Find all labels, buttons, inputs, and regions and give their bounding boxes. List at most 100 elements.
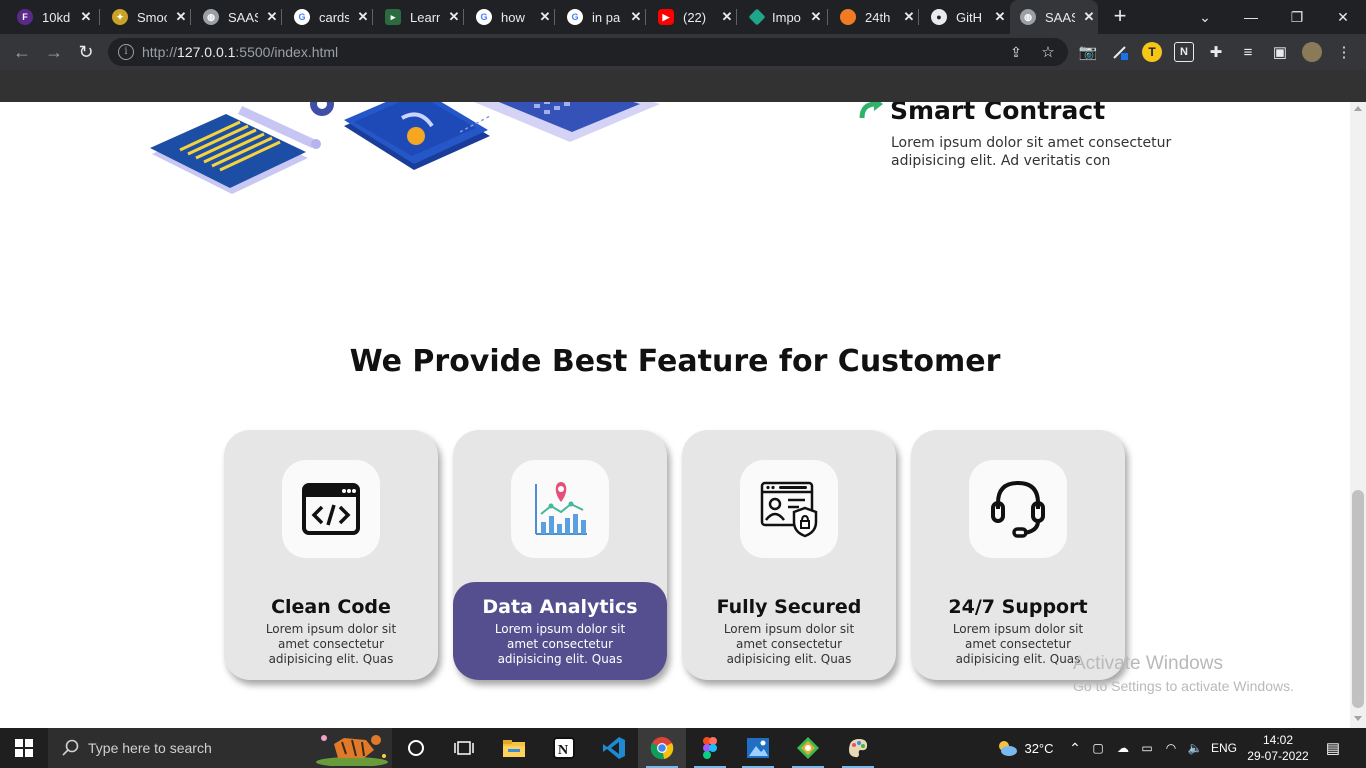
browser-tab[interactable]: ▶ (22) ✕ [646,0,737,34]
tab-title: 10kd [42,9,71,25]
chrome-icon[interactable] [638,728,686,768]
windows-taskbar: Type here to search N 32°C ⌃ ▢ ☁ ▭ ◠ 🔈 E… [0,728,1366,768]
browser-tab[interactable]: ● GitH ✕ [919,0,1010,34]
volume-icon[interactable]: 🔈 [1184,728,1206,768]
feature-icon-box [282,460,380,558]
weather-widget[interactable]: 32°C [990,728,1060,768]
clock[interactable]: 14:02 29-07-2022 [1246,728,1310,768]
task-view-icon[interactable] [440,728,488,768]
scrimba-icon: ▸ [385,9,401,25]
close-tab-icon[interactable]: ✕ [80,9,92,25]
tray-chevron-up-icon[interactable]: ⌃ [1066,728,1084,768]
notion-extension-icon[interactable]: N [1174,42,1194,62]
browser-tab[interactable]: G in pa ✕ [555,0,646,34]
google-icon: G [567,9,583,25]
close-tab-icon[interactable]: ✕ [175,9,187,25]
google-icon: G [476,9,492,25]
browser-tab[interactable]: ▸ Learn ✕ [373,0,464,34]
minimize-button[interactable]: — [1228,0,1274,34]
windows-logo-icon [15,739,33,757]
feature-card-data-analytics[interactable]: Data Analytics Lorem ipsum dolor sit ame… [453,430,667,680]
close-tab-icon[interactable]: ✕ [539,9,551,25]
bookmark-star-icon[interactable]: ☆ [1038,42,1058,62]
browser-tab[interactable]: G cards ✕ [282,0,373,34]
git-client-icon[interactable] [784,728,832,768]
tab-search-icon[interactable]: ⌄ [1182,0,1228,34]
close-tab-icon[interactable]: ✕ [357,9,369,25]
close-tab-icon[interactable]: ✕ [266,9,278,25]
meet-now-icon[interactable]: ▢ [1088,728,1108,768]
menu-kebab-icon[interactable]: ⋮ [1334,42,1354,62]
avatar[interactable] [1302,42,1322,62]
close-tab-icon[interactable]: ✕ [630,9,642,25]
weather-temperature: 32°C [1024,740,1054,756]
feature-icon-box [511,460,609,558]
feature-title: Fully Secured [716,596,862,618]
browser-tab[interactable]: Impo ✕ [737,0,828,34]
share-icon[interactable]: ⇪ [1006,42,1026,62]
close-tab-icon[interactable]: ✕ [903,9,915,25]
close-tab-icon[interactable]: ✕ [721,9,733,25]
notification-center-icon[interactable]: ▤ [1318,728,1348,768]
taskbar-search-box[interactable]: Type here to search [48,728,392,768]
close-window-button[interactable]: ✕ [1320,0,1366,34]
paint-app-icon[interactable] [834,728,882,768]
close-tab-icon[interactable]: ✕ [994,9,1006,25]
profile-extension-icon[interactable]: T [1142,42,1162,62]
code-window-icon [302,483,360,535]
start-button[interactable] [0,728,48,768]
browser-tab[interactable]: G how ✕ [464,0,555,34]
browser-tab[interactable]: ◍ SAAS ✕ [191,0,282,34]
file-explorer-icon[interactable] [490,728,538,768]
feature-title: 24/7 Support [948,596,1088,618]
address-bar[interactable]: i http://127.0.0.1:5500/index.html ⇪ ☆ [108,38,1068,66]
puzzle-extensions-icon[interactable]: ✚ [1206,42,1226,62]
browser-tab[interactable]: 24th ✕ [828,0,919,34]
scrollbar-thumb[interactable] [1352,490,1364,708]
new-tab-button[interactable]: + [1108,5,1132,29]
browser-tab[interactable]: F 10kd ✕ [0,0,100,34]
analytics-chart-icon [535,482,587,535]
browser-tab-active[interactable]: ◍ SAAS ✕ [1010,0,1098,34]
smart-contract-title: Smart Contract [890,102,1106,125]
close-tab-icon[interactable]: ✕ [810,9,822,25]
eyedropper-extension-icon[interactable] [1110,42,1130,62]
diamond-icon [748,8,766,26]
back-arrow-icon[interactable]: ← [10,40,34,64]
feature-description: Lorem ipsum dolor sit amet consectetur a… [723,622,855,666]
tab-title: Smoo [137,9,167,25]
forward-arrow-icon[interactable]: → [42,40,66,64]
close-tab-icon[interactable]: ✕ [1083,9,1095,25]
figma-icon[interactable] [686,728,734,768]
reload-icon[interactable]: ↻ [74,40,98,64]
battery-icon[interactable]: ▭ [1136,728,1158,768]
feature-card-clean-code[interactable]: Clean Code Lorem ipsum dolor sit amet co… [224,430,438,680]
photos-app-icon[interactable] [734,728,782,768]
smart-contract-description: Lorem ipsum dolor sit amet consectetur a… [891,135,1172,169]
browser-tab[interactable]: ✦ Smoo ✕ [100,0,191,34]
vscode-icon[interactable] [590,728,638,768]
cortana-icon[interactable] [392,728,440,768]
wifi-icon[interactable]: ◠ [1160,728,1182,768]
site-info-icon[interactable]: i [118,44,134,60]
scroll-up-arrow-icon[interactable] [1354,106,1362,111]
headset-icon [991,480,1045,538]
feature-card-support[interactable]: 24/7 Support Lorem ipsum dolor sit amet … [911,430,1125,680]
search-highlight-illustration-icon [316,735,388,766]
tab-title: Impo [772,9,801,25]
feature-card-fully-secured[interactable]: Fully Secured Lorem ipsum dolor sit amet… [682,430,896,680]
reading-list-icon[interactable]: ≡ [1238,42,1258,62]
page-scrollbar[interactable] [1350,102,1366,728]
side-panel-icon[interactable]: ▣ [1270,42,1290,62]
language-indicator[interactable]: ENG [1208,728,1240,768]
notion-app-icon[interactable]: N [540,728,588,768]
camera-extension-icon[interactable]: 📷 [1078,42,1098,62]
onedrive-cloud-icon[interactable]: ☁ [1112,728,1134,768]
scroll-down-arrow-icon[interactable] [1354,716,1362,721]
close-tab-icon[interactable]: ✕ [448,9,460,25]
tab-title: in pa [592,9,621,25]
feature-icon-box [740,460,838,558]
globe-icon: ◍ [1020,9,1036,25]
restore-button[interactable]: ❐ [1274,0,1320,34]
circle-icon [840,9,856,25]
